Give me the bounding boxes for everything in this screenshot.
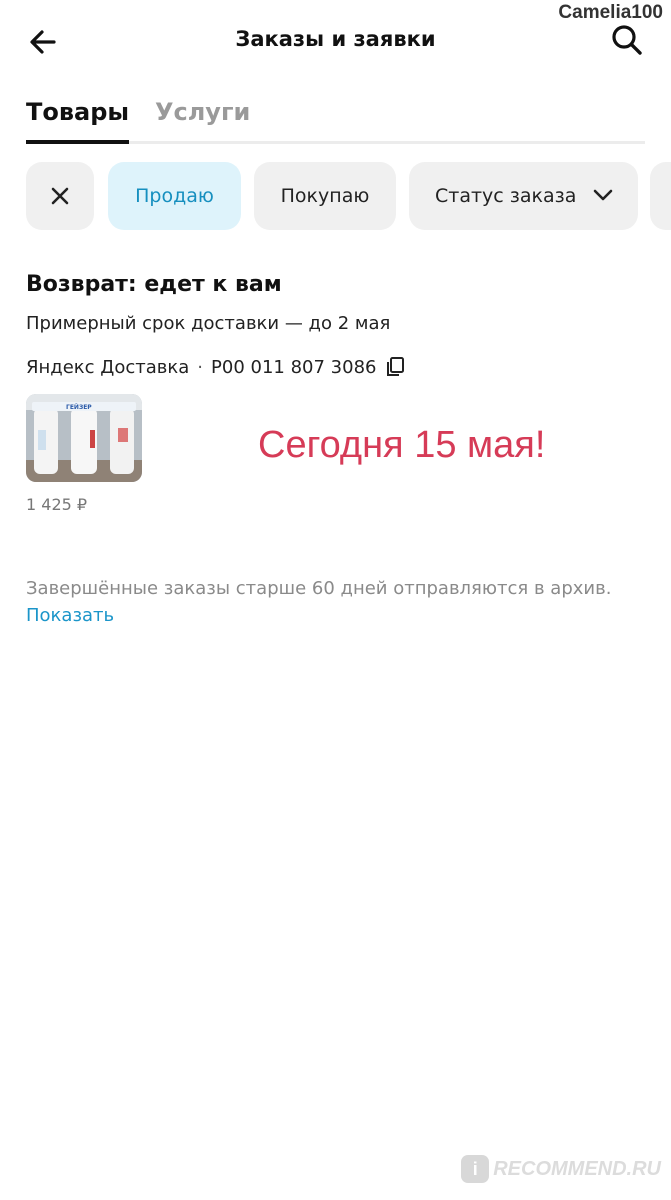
water-filter-image: ГЕЙЗЕР bbox=[26, 394, 142, 482]
search-icon bbox=[612, 25, 642, 55]
product-thumbnail[interactable]: ГЕЙЗЕР bbox=[26, 394, 142, 482]
filter-selling-chip[interactable]: Продаю bbox=[108, 162, 241, 230]
order-price: 1 425 ₽ bbox=[26, 495, 88, 514]
order-status-title: Возврат: едет к вам bbox=[26, 272, 282, 297]
order-tracking-row: Яндекс Доставка · P00 011 807 3086 bbox=[26, 356, 406, 378]
filter-status-label: Статус заказа bbox=[435, 185, 577, 207]
tab-goods[interactable]: Товары bbox=[26, 98, 130, 144]
watermark-site: RECOMMEND.RU bbox=[493, 1157, 661, 1180]
order-delivery-estimate: Примерный срок доставки — до 2 мая bbox=[26, 313, 391, 334]
page-title: Заказы и заявки bbox=[235, 27, 436, 51]
chevron-down-icon bbox=[593, 189, 613, 201]
filter-more-chip[interactable] bbox=[650, 162, 671, 230]
show-archive-link[interactable]: Показать bbox=[26, 605, 114, 626]
watermark-username: Camelia100 bbox=[558, 2, 663, 23]
watermark-badge: i bbox=[461, 1155, 490, 1183]
filter-status-dropdown[interactable]: Статус заказа bbox=[409, 162, 638, 230]
tracking-number: P00 011 807 3086 bbox=[211, 356, 377, 378]
tab-services[interactable]: Услуги bbox=[155, 98, 250, 141]
tab-bar: Товары Услуги bbox=[26, 98, 645, 144]
overlay-annotation: Сегодня 15 мая! bbox=[258, 424, 546, 466]
separator-dot: · bbox=[197, 356, 204, 378]
close-icon bbox=[51, 187, 69, 205]
search-button[interactable] bbox=[607, 20, 647, 60]
copy-icon[interactable] bbox=[384, 356, 406, 378]
site-watermark: i RECOMMEND.RU bbox=[461, 1152, 661, 1186]
orders-screen: Заказы и заявки Camelia100 Товары Услуги… bbox=[0, 0, 671, 1200]
filter-buying-chip[interactable]: Покупаю bbox=[254, 162, 396, 230]
clear-filters-button[interactable] bbox=[26, 162, 94, 230]
product-brand-label: ГЕЙЗЕР bbox=[66, 403, 92, 411]
archive-notice: Завершённые заказы старше 60 дней отправ… bbox=[26, 578, 612, 599]
carrier-name: Яндекс Доставка bbox=[26, 356, 190, 378]
filter-chips: Продаю Покупаю Статус заказа bbox=[26, 162, 671, 230]
